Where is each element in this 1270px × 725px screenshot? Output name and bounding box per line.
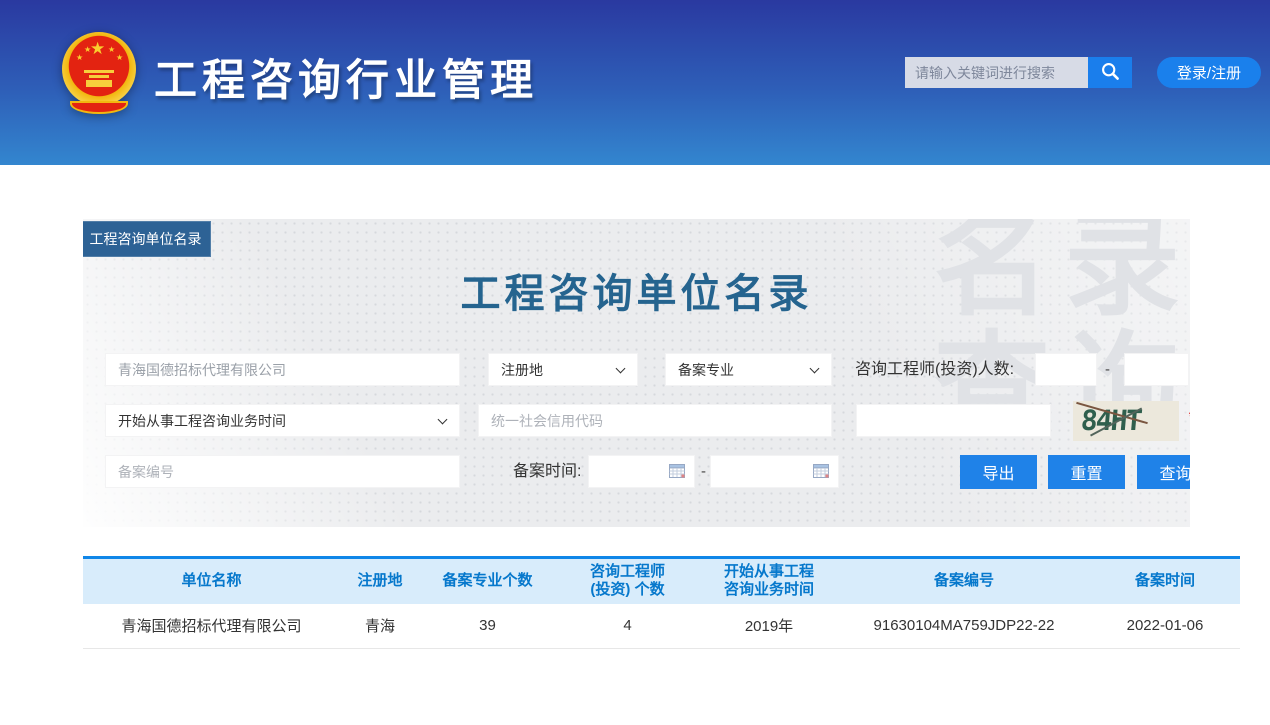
registration-place-select[interactable]: 注册地 — [488, 353, 638, 386]
start-business-time-select[interactable]: 开始从事工程咨询业务时间 — [105, 404, 460, 437]
header-search — [905, 57, 1132, 88]
cell-start-time: 2019年 — [700, 604, 838, 649]
cell-engineer-count: 4 — [555, 604, 700, 649]
start-business-time-value: 开始从事工程咨询业务时间 — [118, 411, 286, 431]
national-emblem-icon — [60, 32, 138, 114]
company-name-input[interactable] — [105, 353, 460, 386]
record-time-end-datepicker[interactable] — [710, 455, 839, 488]
record-specialty-value: 备案专业 — [678, 360, 734, 380]
col-specialty-count: 备案专业个数 — [420, 558, 555, 604]
captcha-input[interactable] — [856, 404, 1051, 437]
site-header: 工程咨询行业管理 登录/注册 — [0, 0, 1270, 165]
table-header-row: 单位名称 注册地 备案专业个数 咨询工程师 (投资) 个数 开始从事工程 咨询业… — [83, 558, 1240, 604]
record-specialty-select[interactable]: 备案专业 — [665, 353, 832, 386]
cell-unit-name: 青海国德招标代理有限公司 — [83, 604, 340, 649]
col-registration-place: 注册地 — [340, 558, 420, 604]
date-range-dash: - — [701, 455, 706, 488]
col-start-time: 开始从事工程 咨询业务时间 — [700, 558, 838, 604]
export-button[interactable]: 导出 — [960, 455, 1037, 489]
credit-code-input[interactable] — [478, 404, 832, 437]
col-record-time: 备案时间 — [1090, 558, 1240, 604]
cell-specialty-count: 39 — [420, 604, 555, 649]
record-time-label: 备案时间: — [513, 455, 581, 488]
cell-record-time: 2022-01-06 — [1090, 604, 1240, 649]
chevron-down-icon — [810, 364, 820, 374]
range-dash: - — [1105, 353, 1110, 386]
reset-button[interactable]: 重置 — [1048, 455, 1125, 489]
page-title: 工程咨询单位名录 — [83, 261, 1190, 319]
captcha-image[interactable]: 84HT — [1073, 401, 1179, 441]
search-button[interactable] — [1088, 57, 1132, 88]
query-panel: 名录 查询 工程咨询单位名录 工程咨询单位名录 注册地 备案专业 咨询工程师(投… — [83, 219, 1190, 527]
tab-unit-directory[interactable]: 工程咨询单位名录 — [83, 221, 211, 257]
search-input[interactable] — [905, 57, 1088, 88]
search-icon — [1100, 61, 1121, 85]
col-record-number: 备案编号 — [838, 558, 1090, 604]
login-register-button[interactable]: 登录/注册 — [1157, 57, 1261, 88]
engineer-count-max-input[interactable] — [1124, 353, 1189, 386]
engineer-count-label: 咨询工程师(投资)人数: — [855, 353, 1014, 386]
chevron-down-icon — [438, 415, 448, 425]
cell-record-number: 91630104MA759JDP22-22 — [838, 604, 1090, 649]
query-button[interactable]: 查询 — [1137, 455, 1190, 489]
col-engineer-count: 咨询工程师 (投资) 个数 — [555, 558, 700, 604]
calendar-icon — [813, 463, 829, 481]
col-unit-name: 单位名称 — [83, 558, 340, 604]
calendar-icon — [669, 463, 685, 481]
registration-place-value: 注册地 — [501, 360, 543, 380]
cell-registration-place: 青海 — [340, 604, 420, 649]
table-row[interactable]: 青海国德招标代理有限公司 青海 39 4 2019年 91630104MA759… — [83, 604, 1240, 649]
results-table: 单位名称 注册地 备案专业个数 咨询工程师 (投资) 个数 开始从事工程 咨询业… — [83, 556, 1240, 649]
captcha-text: 84HT — [1080, 404, 1142, 437]
record-time-start-datepicker[interactable] — [588, 455, 695, 488]
required-mark: * — [1189, 409, 1190, 427]
engineer-count-min-input[interactable] — [1035, 353, 1097, 386]
site-title: 工程咨询行业管理 — [154, 46, 538, 108]
record-number-input[interactable] — [105, 455, 460, 488]
chevron-down-icon — [616, 364, 626, 374]
